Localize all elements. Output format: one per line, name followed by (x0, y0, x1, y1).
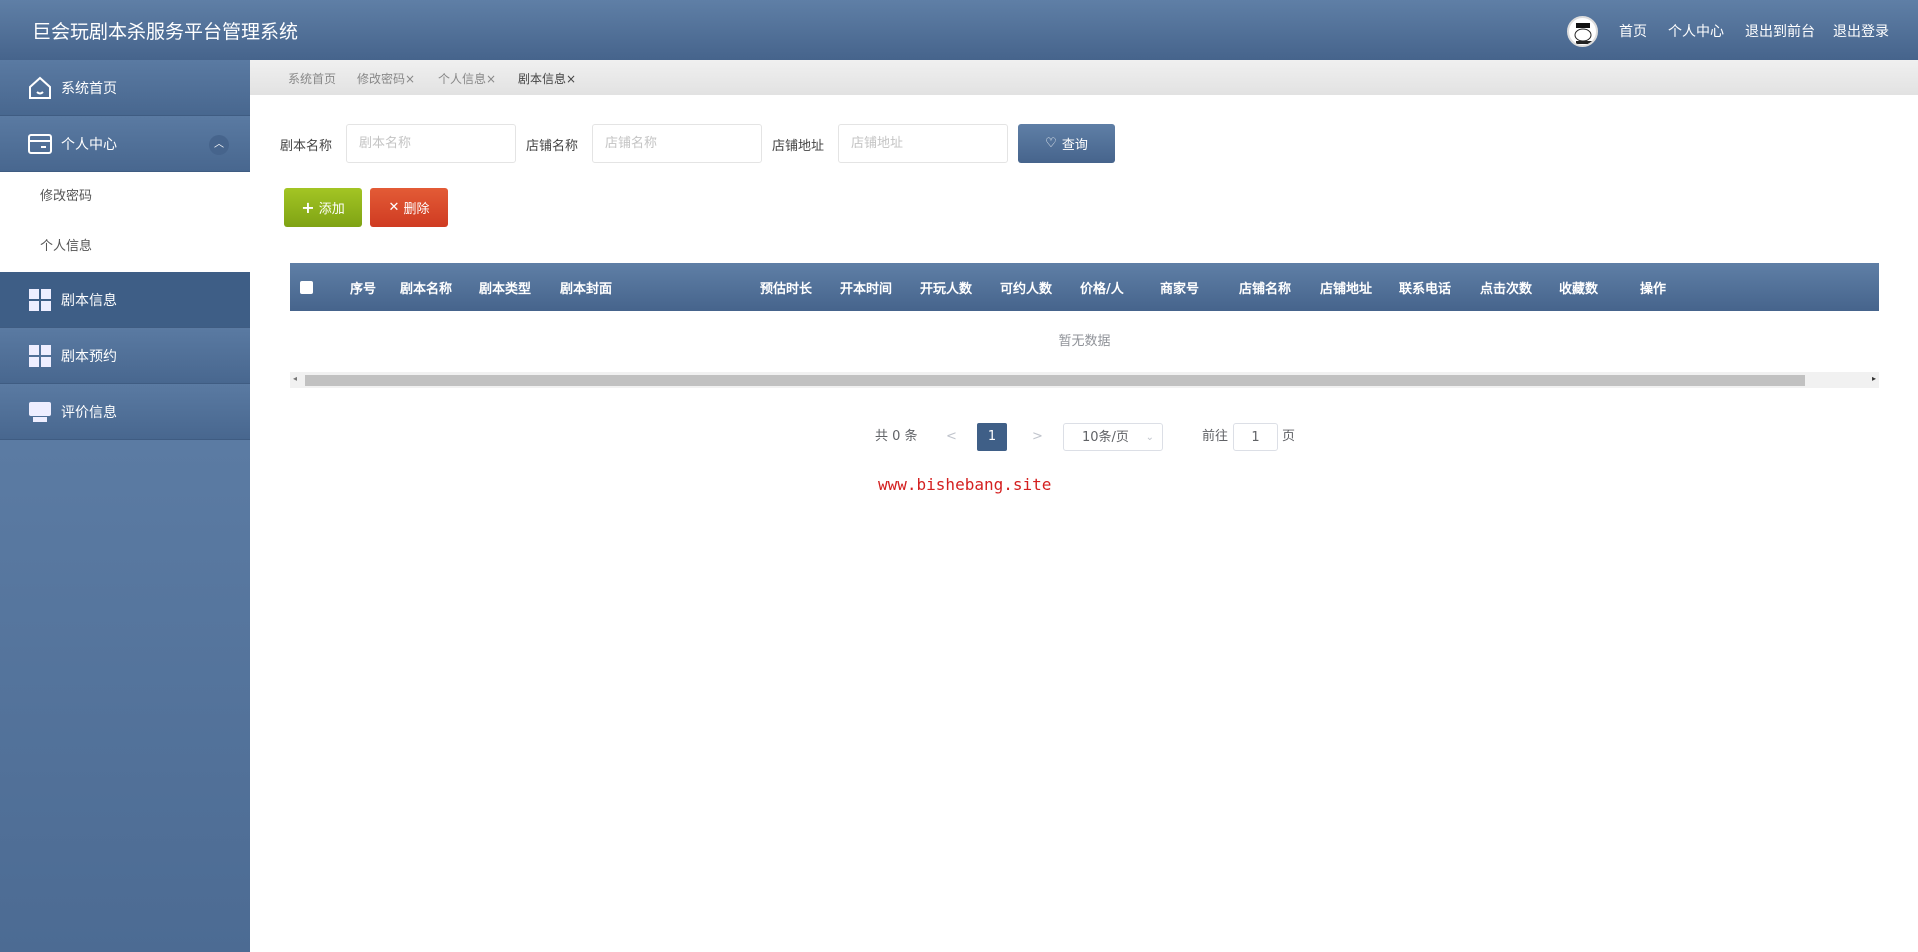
grid-icon (27, 287, 53, 313)
sidebar-item-label: 个人中心 (61, 136, 117, 153)
search-button-label: 查询 (1061, 138, 1088, 153)
table-header: 序号 剧本名称 剧本类型 剧本封面 预估时长 开本时间 开玩人数 可约人数 价格… (290, 263, 1879, 311)
next-page-button[interactable]: > (1032, 423, 1043, 451)
top-header: 巨会玩剧本杀服务平台管理系统 首页 个人中心 退出到前台 退出登录 (0, 0, 1918, 60)
sidebar-item-script-info[interactable]: 剧本信息 (0, 272, 250, 328)
column-header[interactable]: 剧本封面 (560, 278, 612, 297)
goto-label: 前往 (1202, 429, 1229, 444)
column-header[interactable]: 开本时间 (840, 278, 892, 297)
user-avatar[interactable] (1567, 16, 1598, 47)
column-header[interactable]: 点击次数 (1480, 278, 1532, 297)
column-header[interactable]: 剧本类型 (479, 278, 531, 297)
column-header[interactable]: 剧本名称 (400, 278, 452, 297)
sidebar-subitem-personal-info[interactable]: 个人信息 (0, 222, 250, 272)
page-unit-label: 页 (1282, 429, 1296, 444)
shop-address-input[interactable] (838, 124, 1008, 163)
app-title: 巨会玩剧本杀服务平台管理系统 (32, 21, 299, 43)
scrollbar-thumb[interactable] (305, 375, 1805, 386)
home-icon (27, 75, 53, 101)
heart-icon: ♡ (1045, 136, 1057, 151)
empty-text: 暂无数据 (1058, 334, 1111, 349)
nav-exit-to-frontend[interactable]: 退出到前台 (1745, 21, 1815, 41)
sidebar-item-label: 剧本信息 (61, 292, 117, 309)
column-header[interactable]: 操作 (1640, 278, 1666, 297)
page-size-select[interactable]: 10条/页 ⌄ (1063, 423, 1163, 451)
column-header[interactable]: 价格/人 (1080, 278, 1124, 297)
column-header[interactable]: 收藏数 (1559, 278, 1598, 297)
plus-icon: + (301, 198, 315, 217)
total-count: 共 0 条 (875, 429, 918, 444)
nav-personal-center[interactable]: 个人中心 (1668, 21, 1724, 41)
grid-icon (27, 343, 53, 369)
column-header[interactable]: 商家号 (1160, 278, 1199, 297)
nav-logout[interactable]: 退出登录 (1833, 21, 1889, 41)
shop-name-input[interactable] (592, 124, 762, 163)
tab-personal-info[interactable]: 个人信息× (438, 70, 496, 87)
sidebar: 系统首页 个人中心 ︿ 修改密码 个人信息 剧本信息 剧本预约 评价信息 (0, 60, 250, 952)
scroll-right-icon[interactable]: ▸ (1872, 374, 1876, 383)
delete-button[interactable]: ✕ 删除 (370, 188, 448, 227)
tab-home[interactable]: 系统首页 (288, 70, 336, 87)
column-header[interactable]: 预估时长 (760, 278, 812, 297)
tab-change-password[interactable]: 修改密码× (357, 70, 415, 87)
add-button[interactable]: + 添加 (284, 188, 362, 227)
chevron-up-icon[interactable]: ︿ (209, 135, 229, 155)
search-button[interactable]: ♡ 查询 (1018, 124, 1115, 163)
tab-bar: 系统首页 修改密码× 个人信息× 剧本信息× (250, 60, 1918, 95)
select-all-checkbox[interactable] (300, 281, 313, 294)
column-header[interactable]: 开玩人数 (920, 278, 972, 297)
sidebar-item-home[interactable]: 系统首页 (0, 60, 250, 116)
page-size-value: 10条/页 (1082, 430, 1129, 445)
tab-script-info[interactable]: 剧本信息× (518, 70, 576, 87)
prev-page-button[interactable]: < (946, 423, 957, 451)
column-header[interactable]: 店铺地址 (1320, 278, 1372, 297)
horizontal-scrollbar[interactable]: ◂ ▸ (290, 372, 1879, 388)
script-name-label: 剧本名称 (280, 139, 333, 154)
column-header[interactable]: 可约人数 (1000, 278, 1052, 297)
shop-address-label: 店铺地址 (772, 139, 825, 154)
add-button-label: 添加 (318, 202, 345, 217)
sidebar-item-personal-center[interactable]: 个人中心 ︿ (0, 116, 250, 172)
chevron-down-icon: ⌄ (1145, 432, 1154, 443)
scroll-left-icon[interactable]: ◂ (293, 374, 297, 383)
sidebar-item-label: 剧本预约 (61, 348, 117, 365)
page-1-button[interactable]: 1 (977, 423, 1007, 451)
close-icon: ✕ (388, 200, 400, 215)
watermark-text: www.bishebang.site (878, 475, 1052, 494)
sidebar-item-reviews[interactable]: 评价信息 (0, 384, 250, 440)
sidebar-item-script-booking[interactable]: 剧本预约 (0, 328, 250, 384)
goto-page-input[interactable]: 1 (1233, 423, 1278, 451)
sidebar-subitem-change-password[interactable]: 修改密码 (0, 172, 250, 222)
script-name-input[interactable] (346, 124, 516, 163)
column-header[interactable]: 店铺名称 (1239, 278, 1291, 297)
monitor-icon (27, 399, 53, 425)
card-icon (27, 131, 53, 157)
sidebar-item-label: 评价信息 (61, 404, 117, 421)
column-header[interactable]: 序号 (350, 278, 376, 297)
delete-button-label: 删除 (403, 202, 430, 217)
sidebar-item-label: 系统首页 (61, 80, 117, 97)
nav-home[interactable]: 首页 (1619, 21, 1647, 41)
column-header[interactable]: 联系电话 (1399, 278, 1451, 297)
shop-name-label: 店铺名称 (526, 139, 579, 154)
script-table: 序号 剧本名称 剧本类型 剧本封面 预估时长 开本时间 开玩人数 可约人数 价格… (290, 263, 1879, 388)
